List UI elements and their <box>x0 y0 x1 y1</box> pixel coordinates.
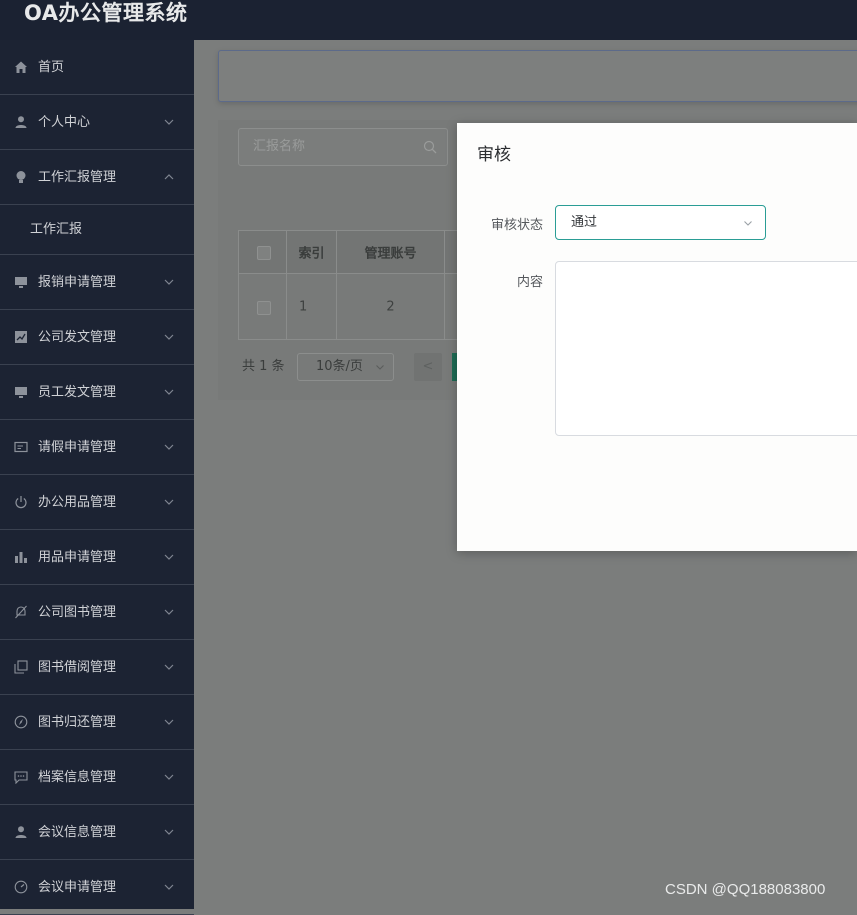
select-all-checkbox[interactable] <box>256 246 271 260</box>
breadcrumb-bar <box>218 50 857 102</box>
sidebar-item-label: 首页 <box>38 60 65 75</box>
row-account-cell: 2 <box>337 274 445 340</box>
sidebar: 首页 个人中心 工作汇报管理 工作汇报 报销申请管理 公司发文管理 员工发文管理… <box>0 40 194 915</box>
bell-off-icon <box>14 605 28 619</box>
content-label: 内容 <box>516 275 543 290</box>
chevron-down-icon <box>375 362 385 372</box>
row-index-cell: 1 <box>287 274 337 340</box>
watermark: CSDN @QQ188083800 <box>665 881 826 898</box>
power-icon <box>14 495 28 509</box>
report-name-search-input[interactable]: 汇报名称 <box>238 128 448 166</box>
sidebar-item-label: 图书借阅管理 <box>38 660 117 675</box>
search-placeholder: 汇报名称 <box>253 139 306 154</box>
sidebar-item-label: 档案信息管理 <box>38 770 117 785</box>
page-size-select[interactable]: 10条/页 <box>297 353 394 381</box>
chevron-down-icon <box>163 331 175 343</box>
compass-icon <box>14 715 28 729</box>
chevron-down-icon <box>163 116 175 128</box>
row-checkbox[interactable] <box>256 301 271 315</box>
chevron-down-icon <box>163 496 175 508</box>
prev-page-button[interactable]: < <box>414 353 442 381</box>
sidebar-item-reimbursement[interactable]: 报销申请管理 <box>0 255 194 310</box>
monitor-icon <box>14 275 28 289</box>
table-header-row: 索引 管理账号 <box>239 231 467 274</box>
chevron-down-icon <box>163 551 175 563</box>
chevron-down-icon <box>163 661 175 673</box>
sidebar-item-office-supplies[interactable]: 办公用品管理 <box>0 475 194 530</box>
chat-icon <box>14 770 28 784</box>
chevron-down-icon <box>163 276 175 288</box>
chevron-down-icon <box>163 826 175 838</box>
chevron-down-icon <box>163 606 175 618</box>
report-table: 索引 管理账号 1 2 <box>238 230 468 340</box>
bar-chart-icon <box>14 550 28 564</box>
sidebar-item-label: 会议信息管理 <box>38 825 117 840</box>
sidebar-item-label: 请假申请管理 <box>38 440 117 455</box>
table-row[interactable]: 1 2 <box>239 274 467 340</box>
sidebar-item-label: 个人中心 <box>38 115 91 130</box>
sidebar-item-label: 用品申请管理 <box>38 550 117 565</box>
sidebar-item-archive-info[interactable]: 档案信息管理 <box>0 750 194 805</box>
header-select-all <box>239 231 287 273</box>
sidebar-item-label: 图书归还管理 <box>38 715 117 730</box>
header-admin-account: 管理账号 <box>337 231 445 273</box>
sidebar-item-label: 员工发文管理 <box>38 385 117 400</box>
sidebar-subitem-work-report[interactable]: 工作汇报 <box>0 205 194 255</box>
review-dialog: 审核 审核状态 通过 内容 <box>457 123 857 551</box>
sidebar-item-book-return[interactable]: 图书归还管理 <box>0 695 194 750</box>
sidebar-item-home[interactable]: 首页 <box>0 40 194 95</box>
sidebar-item-meeting-info[interactable]: 会议信息管理 <box>0 805 194 860</box>
gauge-icon <box>14 880 28 894</box>
chevron-down-icon <box>163 771 175 783</box>
sidebar-item-label: 公司图书管理 <box>38 605 117 620</box>
header-index: 索引 <box>287 231 337 273</box>
chart-line-icon <box>14 330 28 344</box>
user-icon <box>14 115 28 129</box>
sidebar-item-personal-center[interactable]: 个人中心 <box>0 95 194 150</box>
sidebar-item-employee-documents[interactable]: 员工发文管理 <box>0 365 194 420</box>
page-size-value: 10条/页 <box>316 359 363 374</box>
dialog-title: 审核 <box>477 145 511 165</box>
sidebar-item-label: 办公用品管理 <box>38 495 117 510</box>
sidebar-item-company-books[interactable]: 公司图书管理 <box>0 585 194 640</box>
review-status-value: 通过 <box>571 215 598 230</box>
content-textarea[interactable] <box>555 261 857 436</box>
chevron-down-icon <box>743 218 753 228</box>
sidebar-item-company-documents[interactable]: 公司发文管理 <box>0 310 194 365</box>
user-icon <box>14 825 28 839</box>
app-title: OA办公管理系统 <box>24 1 188 25</box>
sidebar-item-book-borrowing[interactable]: 图书借阅管理 <box>0 640 194 695</box>
sidebar-item-label: 公司发文管理 <box>38 330 117 345</box>
sidebar-item-label: 工作汇报管理 <box>38 170 117 185</box>
sidebar-item-work-report-management[interactable]: 工作汇报管理 <box>0 150 194 205</box>
sidebar-subitem-label: 工作汇报 <box>30 222 83 237</box>
review-status-label: 审核状态 <box>490 218 543 233</box>
search-icon[interactable] <box>423 140 437 154</box>
home-icon <box>14 60 28 74</box>
chevron-down-icon <box>163 881 175 893</box>
sidebar-item-label: 会议申请管理 <box>38 880 117 895</box>
sidebar-item-leave-requests[interactable]: 请假申请管理 <box>0 420 194 475</box>
top-header: OA办公管理系统 <box>0 0 857 40</box>
chevron-down-icon <box>163 441 175 453</box>
pagination-total: 共 1 条 <box>242 359 285 374</box>
row-select-cell <box>239 274 287 340</box>
chevron-up-icon <box>163 171 175 183</box>
sidebar-item-meeting-requests[interactable]: 会议申请管理 <box>0 860 194 915</box>
card-icon <box>14 440 28 454</box>
review-status-select[interactable]: 通过 <box>555 205 766 240</box>
bulb-icon <box>14 170 28 184</box>
sidebar-item-supply-requests[interactable]: 用品申请管理 <box>0 530 194 585</box>
sidebar-item-label: 报销申请管理 <box>38 275 117 290</box>
chevron-down-icon <box>163 716 175 728</box>
chevron-down-icon <box>163 386 175 398</box>
monitor-icon <box>14 385 28 399</box>
copy-icon <box>14 660 28 674</box>
